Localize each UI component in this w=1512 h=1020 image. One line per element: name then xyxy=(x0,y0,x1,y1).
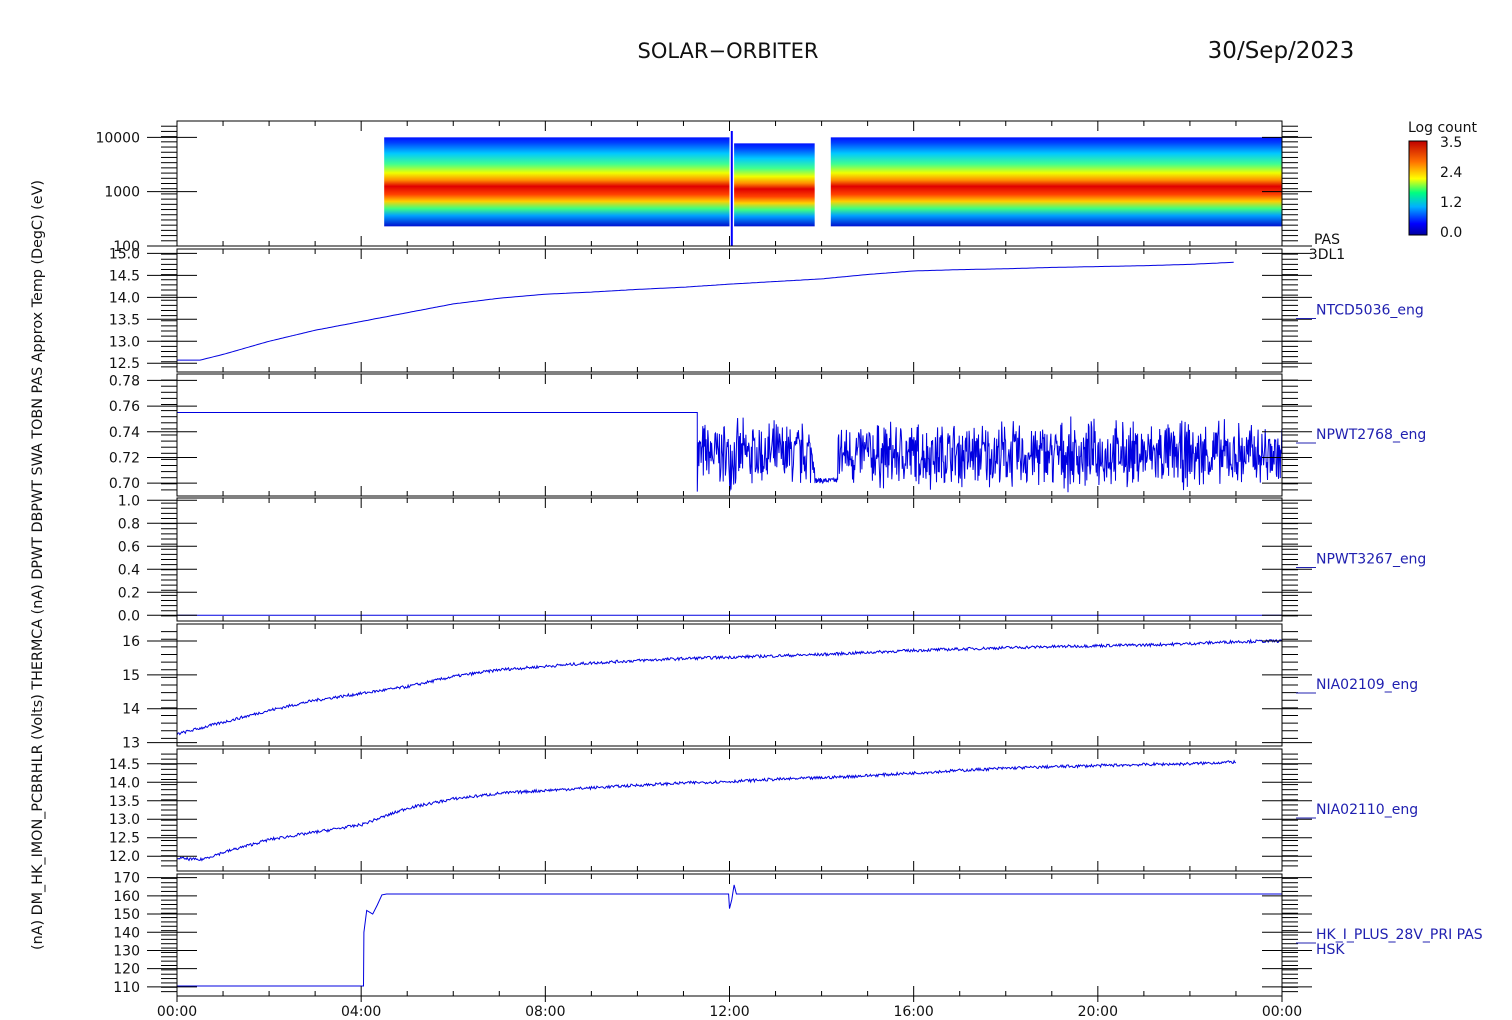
y-tick-label: 14.0 xyxy=(109,775,140,791)
x-tick-label: 16:00 xyxy=(893,1004,933,1020)
panels-group: 100001000100 PAS3DL115.014.514.013.513.01… xyxy=(95,120,1483,997)
panel-right-label-1: 3DL1 xyxy=(1309,247,1345,263)
panel-pas-3dl1: 100001000100 PAS3DL1 xyxy=(95,120,1345,263)
panel-right-label-0: NTCD5036_eng xyxy=(1316,303,1424,319)
y-tick-label: 14.5 xyxy=(109,757,140,773)
y-tick-label: 130 xyxy=(113,943,140,959)
x-tick-label: 00:00 xyxy=(1262,1004,1302,1020)
plot-title: SOLAR−ORBITER xyxy=(637,39,818,63)
y-tick-label: 110 xyxy=(113,980,140,996)
y-tick-label: 0.78 xyxy=(109,373,140,389)
left-axis-label: (nA) DM_HK_IMON_PCBRHLR (Volts) THERMCA … xyxy=(30,180,46,950)
panel-frame xyxy=(176,497,1283,622)
y-tick-label: 0.76 xyxy=(109,399,140,415)
y-tick-label: 13.0 xyxy=(109,812,140,828)
y-tick-label: 0.70 xyxy=(109,476,140,492)
panel-HK_I_PLUS_28V_PRI: 170 160 150 140 130 120 110 HK_I_PLUS_28V_PRI P… xyxy=(113,871,1483,997)
colorbar-title: Log count xyxy=(1408,120,1477,136)
panel-frame xyxy=(176,248,1283,373)
y-tick-label: 0.0 xyxy=(118,608,140,624)
panel-right-label-0: NPWT2768_eng xyxy=(1316,427,1426,443)
y-tick-label: 15.0 xyxy=(109,246,140,262)
panel-NIA02110_eng: 14.5 14.0 13.5 13.0 12.5 12.0 NIA02110_eng xyxy=(109,748,1418,872)
panel-frame xyxy=(176,623,1283,747)
x-tick-label: 00:00 xyxy=(157,1004,197,1020)
panel-NPWT3267_eng: 1.0 0.8 0.6 0.4 0.2 0.0 NPWT3267_eng xyxy=(118,493,1427,624)
y-tick-label: 12.0 xyxy=(109,849,140,865)
series-NIA02109_eng xyxy=(176,638,1283,736)
plot-date: 30/Sep/2023 xyxy=(1208,38,1355,64)
panel-right-label-1: HSK xyxy=(1316,942,1345,958)
colorbar-tick-0: 3.5 xyxy=(1440,135,1462,151)
y-tick-label: 10000 xyxy=(95,130,140,146)
spectrogram-block-1 xyxy=(734,143,815,227)
x-tick-label: 08:00 xyxy=(525,1004,565,1020)
panel-right-label-0: NIA02109_eng xyxy=(1316,677,1418,693)
solar-orbiter-summary-plot: SOLAR−ORBITER 30/Sep/2023 (nA) DM_HK_IMO… xyxy=(30,38,1483,1020)
series-NTCD5036_eng xyxy=(177,261,1234,361)
y-tick-label: 14 xyxy=(122,702,140,718)
y-tick-label: 160 xyxy=(113,889,140,905)
y-tick-label: 0.8 xyxy=(118,516,140,532)
y-tick-label: 14.5 xyxy=(109,268,140,284)
series-NIA02110_eng xyxy=(176,759,1237,862)
series-HK_I_PLUS_28V_PRI xyxy=(177,884,1282,987)
panel-right-label-0: PAS xyxy=(1314,232,1340,248)
panel-NIA02109_eng: 16 15 14 13 NIA02109_eng xyxy=(122,623,1418,752)
y-tick-label: 13.0 xyxy=(109,334,140,350)
y-tick-label: 0.4 xyxy=(118,562,140,578)
y-tick-label: 15 xyxy=(122,668,140,684)
panel-frame xyxy=(176,873,1283,997)
panel-NTCD5036_eng: 15.0 14.5 14.0 13.5 13.0 12.5 NTCD5036_eng xyxy=(109,246,1424,373)
y-tick-label: 12.5 xyxy=(109,831,140,847)
y-tick-label: 170 xyxy=(113,871,140,887)
x-tick-label: 04:00 xyxy=(341,1004,381,1020)
y-tick-label: 13.5 xyxy=(109,794,140,810)
colorbar-gradient xyxy=(1408,140,1428,236)
y-tick-label: 140 xyxy=(113,925,140,941)
y-tick-label: 13.5 xyxy=(109,312,140,328)
time-axis: 00:00 04:00 08:00 12:00 16:00 20:00 00:00 xyxy=(157,996,1302,1020)
panel-right-label-0: NPWT3267_eng xyxy=(1316,552,1426,568)
y-tick-label: 0.74 xyxy=(109,425,140,441)
x-tick-label: 12:00 xyxy=(709,1004,749,1020)
colorbar-tick-2: 1.2 xyxy=(1440,195,1462,211)
x-tick-label: 20:00 xyxy=(1078,1004,1118,1020)
y-tick-label: 1000 xyxy=(104,185,140,201)
colorbar: Log count 3.5 2.4 1.2 0.0 xyxy=(1408,120,1477,241)
y-tick-label: 1.0 xyxy=(118,493,140,509)
y-tick-label: 0.6 xyxy=(118,539,140,555)
y-tick-label: 13 xyxy=(122,736,140,752)
spectrogram-block-2 xyxy=(830,137,1282,227)
spectrogram-block-0 xyxy=(384,137,730,227)
panel-right-label-0: HK_I_PLUS_28V_PRI PAS xyxy=(1316,927,1483,943)
y-tick-label: 0.72 xyxy=(109,450,140,466)
series-NPWT2768_eng xyxy=(177,412,1283,493)
y-tick-label: 150 xyxy=(113,907,140,923)
y-tick-label: 16 xyxy=(122,634,140,650)
colorbar-tick-3: 0.0 xyxy=(1440,225,1462,241)
panel-NPWT2768_eng: 0.78 0.76 0.74 0.72 0.70 NPWT2768_eng xyxy=(109,373,1426,497)
colorbar-tick-1: 2.4 xyxy=(1440,165,1462,181)
y-tick-label: 12.5 xyxy=(109,356,140,372)
y-tick-label: 120 xyxy=(113,962,140,978)
y-tick-label: 14.0 xyxy=(109,290,140,306)
panel-frame xyxy=(176,748,1283,872)
panel-right-label-0: NIA02110_eng xyxy=(1316,802,1418,818)
y-tick-label: 0.2 xyxy=(118,585,140,601)
